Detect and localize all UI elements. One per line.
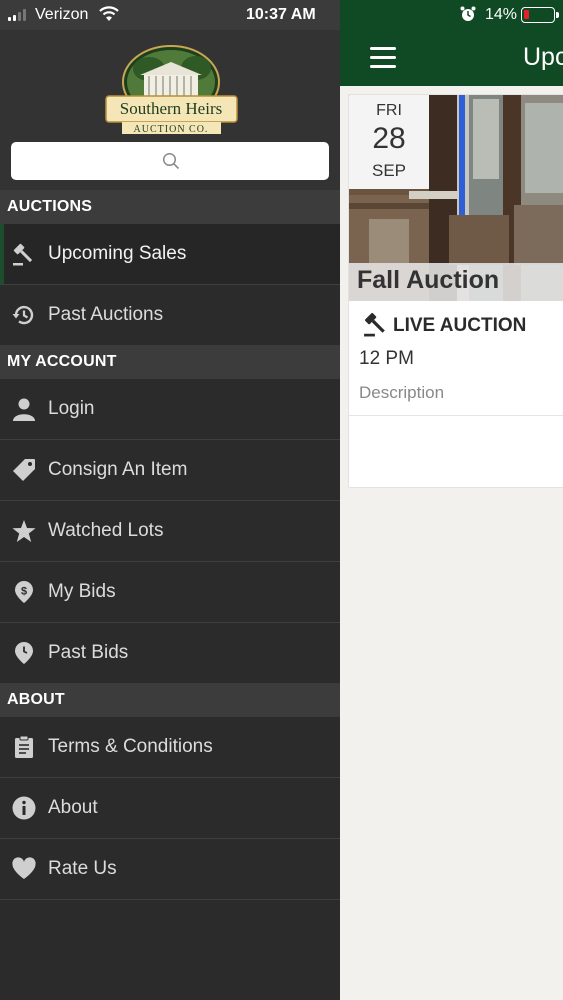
app-bar: Upcoming Sales [340,30,563,86]
tag-icon [13,459,35,481]
card-divider [349,415,563,416]
wifi-icon [99,6,119,21]
svg-text:$: $ [21,586,27,598]
alarm-icon [460,6,476,21]
menu-icon[interactable] [370,47,396,69]
menu-item-terms[interactable]: Terms & Conditions [0,717,340,778]
auction-description: Description [359,383,445,402]
logo-subtitle: AUCTION CO. [134,124,209,135]
logo-title: Southern Heirs [120,99,222,118]
dollar-pin-icon: $ [15,581,33,603]
star-icon [12,520,36,542]
menu-item-watched-lots[interactable]: Watched Lots [0,501,340,562]
menu-item-consign[interactable]: Consign An Item [0,440,340,501]
auction-card[interactable]: FRI 28 SEP Fall Auction LIVE AUCTION 12 … [348,94,563,488]
menu-item-rate-us[interactable]: Rate Us [0,839,340,900]
menu-label: My Bids [48,581,116,602]
clipboard-icon [15,735,33,758]
status-time: 10:37 AM [246,6,316,23]
search-input[interactable] [11,142,329,180]
menu-item-about[interactable]: About [0,778,340,839]
menu-label: Upcoming Sales [48,243,187,264]
gavel-icon [364,312,385,337]
menu-label: About [48,797,98,818]
heart-icon [12,857,36,879]
battery-percent: 14% [485,6,518,23]
menu-item-login[interactable]: Login [0,379,340,440]
date-day: 28 [372,122,406,155]
menu-label: Rate Us [48,858,117,879]
menu-label: Past Bids [48,642,129,663]
menu-item-my-bids[interactable]: $ My Bids [0,562,340,623]
menu-item-past-auctions[interactable]: Past Auctions [0,285,340,346]
southern-heirs-logo: Southern Heirs AUCTION CO. [105,45,238,135]
gavel-icon [13,243,33,266]
user-icon [13,398,35,421]
section-my-account: MY ACCOUNT [0,345,340,379]
auction-time: 12 PM [359,348,414,369]
clock-pin-icon [15,642,33,664]
battery-icon [521,7,559,23]
menu-label: Login [48,398,95,419]
main-content: Upcoming Sales FRI 28 SEP Fall Auction [340,30,563,1000]
auction-type: LIVE AUCTION [393,315,527,336]
section-about: ABOUT [0,683,340,717]
menu-label: Consign An Item [48,459,188,480]
menu-label: Terms & Conditions [48,736,213,757]
date-weekday: FRI [376,102,402,119]
auction-title: Fall Auction [357,266,500,294]
status-bar: Verizon 10:37 AM 14% [0,0,563,30]
navigation-drawer: Southern Heirs AUCTION CO. AUCTIONS Upco… [0,30,340,1000]
menu-item-past-bids[interactable]: Past Bids [0,623,340,684]
signal-icon [8,9,26,21]
status-bar-right: 14% [340,0,563,30]
drawer-empty-space [0,900,340,1000]
date-badge: FRI 28 SEP [349,95,429,189]
date-month: SEP [371,161,407,180]
menu-label: Watched Lots [48,520,164,541]
menu-item-upcoming-sales[interactable]: Upcoming Sales [0,224,340,285]
info-icon [12,796,36,820]
menu-label: Past Auctions [48,304,164,325]
search-icon [162,152,180,170]
carrier-name: Verizon [35,6,89,23]
history-icon [12,305,34,325]
page-title: Upcoming Sales [523,43,563,71]
status-bar-left: Verizon 10:37 AM [0,0,340,30]
section-auctions: AUCTIONS [0,190,340,224]
